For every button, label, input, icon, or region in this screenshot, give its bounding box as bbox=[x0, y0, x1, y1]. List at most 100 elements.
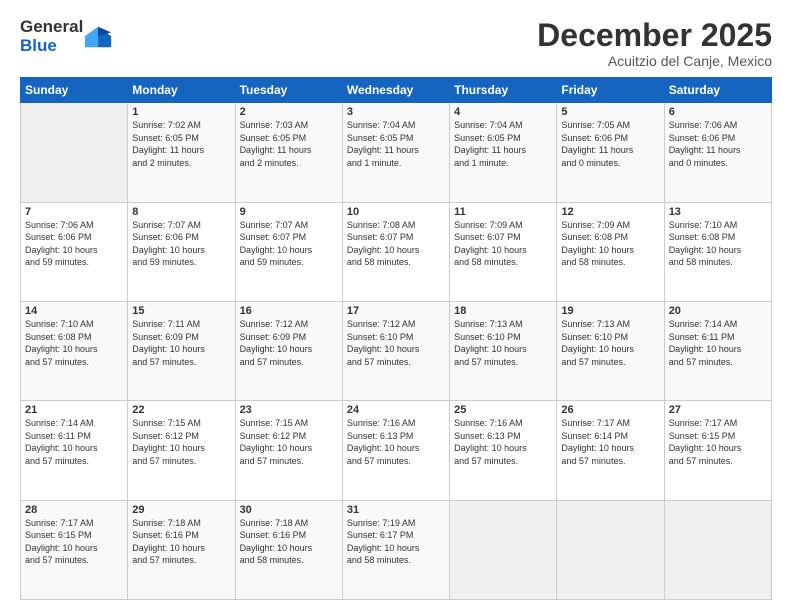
day-cell: 10Sunrise: 7:08 AM Sunset: 6:07 PM Dayli… bbox=[342, 202, 449, 301]
day-number: 31 bbox=[347, 504, 445, 516]
day-info: Sunrise: 7:07 AM Sunset: 6:07 PM Dayligh… bbox=[240, 219, 338, 269]
day-cell: 24Sunrise: 7:16 AM Sunset: 6:13 PM Dayli… bbox=[342, 401, 449, 500]
day-number: 21 bbox=[25, 404, 123, 416]
day-cell: 8Sunrise: 7:07 AM Sunset: 6:06 PM Daylig… bbox=[128, 202, 235, 301]
week-row-2: 7Sunrise: 7:06 AM Sunset: 6:06 PM Daylig… bbox=[21, 202, 772, 301]
day-number: 30 bbox=[240, 504, 338, 516]
weekday-header-wednesday: Wednesday bbox=[342, 78, 449, 103]
day-cell: 27Sunrise: 7:17 AM Sunset: 6:15 PM Dayli… bbox=[664, 401, 771, 500]
day-number: 26 bbox=[561, 404, 659, 416]
day-number: 20 bbox=[669, 305, 767, 317]
day-info: Sunrise: 7:02 AM Sunset: 6:05 PM Dayligh… bbox=[132, 119, 230, 169]
month-title: December 2025 bbox=[537, 18, 772, 53]
day-info: Sunrise: 7:11 AM Sunset: 6:09 PM Dayligh… bbox=[132, 318, 230, 368]
logo-blue: Blue bbox=[20, 37, 83, 56]
title-block: December 2025 Acuitzio del Canje, Mexico bbox=[537, 18, 772, 69]
day-info: Sunrise: 7:14 AM Sunset: 6:11 PM Dayligh… bbox=[25, 417, 123, 467]
day-cell: 7Sunrise: 7:06 AM Sunset: 6:06 PM Daylig… bbox=[21, 202, 128, 301]
day-info: Sunrise: 7:16 AM Sunset: 6:13 PM Dayligh… bbox=[454, 417, 552, 467]
day-info: Sunrise: 7:18 AM Sunset: 6:16 PM Dayligh… bbox=[240, 517, 338, 567]
header: General Blue December 2025 Acuitzio del … bbox=[20, 18, 772, 69]
day-cell: 15Sunrise: 7:11 AM Sunset: 6:09 PM Dayli… bbox=[128, 301, 235, 400]
day-info: Sunrise: 7:19 AM Sunset: 6:17 PM Dayligh… bbox=[347, 517, 445, 567]
day-cell bbox=[450, 500, 557, 599]
day-number: 17 bbox=[347, 305, 445, 317]
day-cell: 2Sunrise: 7:03 AM Sunset: 6:05 PM Daylig… bbox=[235, 103, 342, 202]
day-cell: 18Sunrise: 7:13 AM Sunset: 6:10 PM Dayli… bbox=[450, 301, 557, 400]
weekday-header-row: SundayMondayTuesdayWednesdayThursdayFrid… bbox=[21, 78, 772, 103]
day-cell: 29Sunrise: 7:18 AM Sunset: 6:16 PM Dayli… bbox=[128, 500, 235, 599]
day-number: 1 bbox=[132, 106, 230, 118]
day-number: 7 bbox=[25, 206, 123, 218]
day-info: Sunrise: 7:03 AM Sunset: 6:05 PM Dayligh… bbox=[240, 119, 338, 169]
day-cell: 6Sunrise: 7:06 AM Sunset: 6:06 PM Daylig… bbox=[664, 103, 771, 202]
day-cell: 11Sunrise: 7:09 AM Sunset: 6:07 PM Dayli… bbox=[450, 202, 557, 301]
day-cell: 9Sunrise: 7:07 AM Sunset: 6:07 PM Daylig… bbox=[235, 202, 342, 301]
day-cell bbox=[21, 103, 128, 202]
day-number: 15 bbox=[132, 305, 230, 317]
day-info: Sunrise: 7:12 AM Sunset: 6:09 PM Dayligh… bbox=[240, 318, 338, 368]
day-number: 25 bbox=[454, 404, 552, 416]
day-info: Sunrise: 7:12 AM Sunset: 6:10 PM Dayligh… bbox=[347, 318, 445, 368]
day-cell: 26Sunrise: 7:17 AM Sunset: 6:14 PM Dayli… bbox=[557, 401, 664, 500]
day-number: 11 bbox=[454, 206, 552, 218]
day-number: 22 bbox=[132, 404, 230, 416]
location: Acuitzio del Canje, Mexico bbox=[537, 53, 772, 69]
weekday-header-thursday: Thursday bbox=[450, 78, 557, 103]
day-cell: 17Sunrise: 7:12 AM Sunset: 6:10 PM Dayli… bbox=[342, 301, 449, 400]
day-cell: 13Sunrise: 7:10 AM Sunset: 6:08 PM Dayli… bbox=[664, 202, 771, 301]
day-cell: 12Sunrise: 7:09 AM Sunset: 6:08 PM Dayli… bbox=[557, 202, 664, 301]
day-number: 14 bbox=[25, 305, 123, 317]
day-info: Sunrise: 7:09 AM Sunset: 6:08 PM Dayligh… bbox=[561, 219, 659, 269]
weekday-header-tuesday: Tuesday bbox=[235, 78, 342, 103]
day-number: 27 bbox=[669, 404, 767, 416]
weekday-header-monday: Monday bbox=[128, 78, 235, 103]
day-info: Sunrise: 7:08 AM Sunset: 6:07 PM Dayligh… bbox=[347, 219, 445, 269]
logo-general: General bbox=[20, 18, 83, 37]
day-info: Sunrise: 7:07 AM Sunset: 6:06 PM Dayligh… bbox=[132, 219, 230, 269]
weekday-header-sunday: Sunday bbox=[21, 78, 128, 103]
day-number: 2 bbox=[240, 106, 338, 118]
day-info: Sunrise: 7:15 AM Sunset: 6:12 PM Dayligh… bbox=[240, 417, 338, 467]
day-info: Sunrise: 7:09 AM Sunset: 6:07 PM Dayligh… bbox=[454, 219, 552, 269]
week-row-4: 21Sunrise: 7:14 AM Sunset: 6:11 PM Dayli… bbox=[21, 401, 772, 500]
day-number: 28 bbox=[25, 504, 123, 516]
day-cell: 22Sunrise: 7:15 AM Sunset: 6:12 PM Dayli… bbox=[128, 401, 235, 500]
day-info: Sunrise: 7:15 AM Sunset: 6:12 PM Dayligh… bbox=[132, 417, 230, 467]
day-info: Sunrise: 7:05 AM Sunset: 6:06 PM Dayligh… bbox=[561, 119, 659, 169]
day-cell: 4Sunrise: 7:04 AM Sunset: 6:05 PM Daylig… bbox=[450, 103, 557, 202]
weekday-header-saturday: Saturday bbox=[664, 78, 771, 103]
day-cell: 1Sunrise: 7:02 AM Sunset: 6:05 PM Daylig… bbox=[128, 103, 235, 202]
day-info: Sunrise: 7:17 AM Sunset: 6:15 PM Dayligh… bbox=[25, 517, 123, 567]
day-cell: 30Sunrise: 7:18 AM Sunset: 6:16 PM Dayli… bbox=[235, 500, 342, 599]
day-cell: 3Sunrise: 7:04 AM Sunset: 6:05 PM Daylig… bbox=[342, 103, 449, 202]
week-row-3: 14Sunrise: 7:10 AM Sunset: 6:08 PM Dayli… bbox=[21, 301, 772, 400]
day-info: Sunrise: 7:16 AM Sunset: 6:13 PM Dayligh… bbox=[347, 417, 445, 467]
day-cell: 16Sunrise: 7:12 AM Sunset: 6:09 PM Dayli… bbox=[235, 301, 342, 400]
day-number: 19 bbox=[561, 305, 659, 317]
day-info: Sunrise: 7:13 AM Sunset: 6:10 PM Dayligh… bbox=[454, 318, 552, 368]
day-number: 29 bbox=[132, 504, 230, 516]
weekday-header-friday: Friday bbox=[557, 78, 664, 103]
day-cell: 28Sunrise: 7:17 AM Sunset: 6:15 PM Dayli… bbox=[21, 500, 128, 599]
day-number: 12 bbox=[561, 206, 659, 218]
day-info: Sunrise: 7:17 AM Sunset: 6:14 PM Dayligh… bbox=[561, 417, 659, 467]
day-info: Sunrise: 7:18 AM Sunset: 6:16 PM Dayligh… bbox=[132, 517, 230, 567]
day-info: Sunrise: 7:14 AM Sunset: 6:11 PM Dayligh… bbox=[669, 318, 767, 368]
calendar: SundayMondayTuesdayWednesdayThursdayFrid… bbox=[20, 77, 772, 600]
day-number: 10 bbox=[347, 206, 445, 218]
day-number: 4 bbox=[454, 106, 552, 118]
day-info: Sunrise: 7:17 AM Sunset: 6:15 PM Dayligh… bbox=[669, 417, 767, 467]
day-cell: 5Sunrise: 7:05 AM Sunset: 6:06 PM Daylig… bbox=[557, 103, 664, 202]
day-cell bbox=[664, 500, 771, 599]
day-cell: 23Sunrise: 7:15 AM Sunset: 6:12 PM Dayli… bbox=[235, 401, 342, 500]
day-cell: 21Sunrise: 7:14 AM Sunset: 6:11 PM Dayli… bbox=[21, 401, 128, 500]
day-cell: 19Sunrise: 7:13 AM Sunset: 6:10 PM Dayli… bbox=[557, 301, 664, 400]
day-number: 6 bbox=[669, 106, 767, 118]
day-cell: 31Sunrise: 7:19 AM Sunset: 6:17 PM Dayli… bbox=[342, 500, 449, 599]
day-info: Sunrise: 7:06 AM Sunset: 6:06 PM Dayligh… bbox=[669, 119, 767, 169]
day-info: Sunrise: 7:10 AM Sunset: 6:08 PM Dayligh… bbox=[669, 219, 767, 269]
day-number: 9 bbox=[240, 206, 338, 218]
day-number: 3 bbox=[347, 106, 445, 118]
day-cell: 14Sunrise: 7:10 AM Sunset: 6:08 PM Dayli… bbox=[21, 301, 128, 400]
